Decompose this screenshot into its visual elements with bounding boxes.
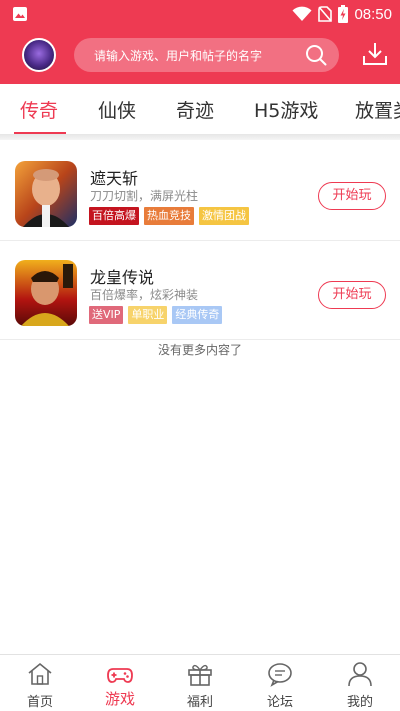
avatar[interactable] [22,38,56,72]
tag: 热血竞技 [144,207,194,225]
tab-qiji[interactable]: 奇迹 [176,96,214,123]
end-of-list-text: 没有更多内容了 [157,343,242,357]
nav-home[interactable]: 首页 [0,655,80,711]
nav-profile[interactable]: 我的 [320,655,400,711]
wifi-icon [292,6,312,21]
game-icon[interactable] [15,260,77,326]
start-play-button[interactable]: 开始玩 [318,182,386,210]
search-icon[interactable] [305,44,327,66]
game-list-item[interactable]: 龙皇传说 百倍爆率，炫彩神装 送VIP 单职业 经典传奇 开始玩 [0,242,400,340]
category-tabs: 传奇 仙侠 奇迹 H5游戏 放置类 [0,84,400,136]
home-icon [28,662,52,685]
tab-idle[interactable]: 放置类 [355,96,400,123]
game-description: 百倍爆率，炫彩神装 [90,288,199,302]
tab-chuanqi[interactable]: 传奇 [20,96,58,123]
bottom-navigation: 首页 游戏 福利 论坛 我的 [0,654,400,711]
search-placeholder: 请输入游戏、用户和帖子的名字 [94,49,263,63]
tag: 经典传奇 [172,306,223,324]
tag: 单职业 [128,306,168,324]
search-bar[interactable]: 请输入游戏、用户和帖子的名字 [74,38,339,72]
tab-h5[interactable]: H5游戏 [254,96,318,123]
nav-label: 首页 [26,695,53,710]
game-description: 刀刀切割，满屏光柱 [90,189,199,203]
gamepad-icon [107,668,133,683]
status-bar: 08:50 [0,0,400,28]
gift-icon [188,664,212,686]
image-notification-icon [13,7,27,21]
battery-charging-icon [338,5,349,23]
game-title: 遮天斩 [90,169,139,188]
nav-label: 福利 [186,695,213,710]
start-play-button[interactable]: 开始玩 [318,281,386,309]
game-title: 龙皇传说 [90,268,155,287]
nav-label: 游戏 [104,690,135,708]
nav-games[interactable]: 游戏 [80,655,160,711]
chat-icon [268,663,292,687]
tab-xianxia[interactable]: 仙侠 [98,96,136,123]
download-icon[interactable] [362,41,388,67]
divider [0,134,400,140]
game-icon[interactable] [15,161,77,227]
game-tags: 送VIP 单职业 经典传奇 [89,306,223,324]
nav-forum[interactable]: 论坛 [240,655,320,711]
tag: 送VIP [89,306,124,324]
tag: 激情团战 [199,207,249,225]
game-tags: 百倍高爆 热血竞技 激情团战 [89,207,249,225]
clock: 08:50 [354,5,392,23]
nav-label: 论坛 [266,695,293,710]
user-icon [348,662,372,687]
nav-label: 我的 [346,695,373,710]
nav-welfare[interactable]: 福利 [160,655,240,711]
game-list-item[interactable]: 遮天斩 刀刀切割，满屏光柱 百倍高爆 热血竞技 激情团战 开始玩 [0,143,400,241]
tag: 百倍高爆 [89,207,139,225]
no-sim-icon [318,6,333,22]
